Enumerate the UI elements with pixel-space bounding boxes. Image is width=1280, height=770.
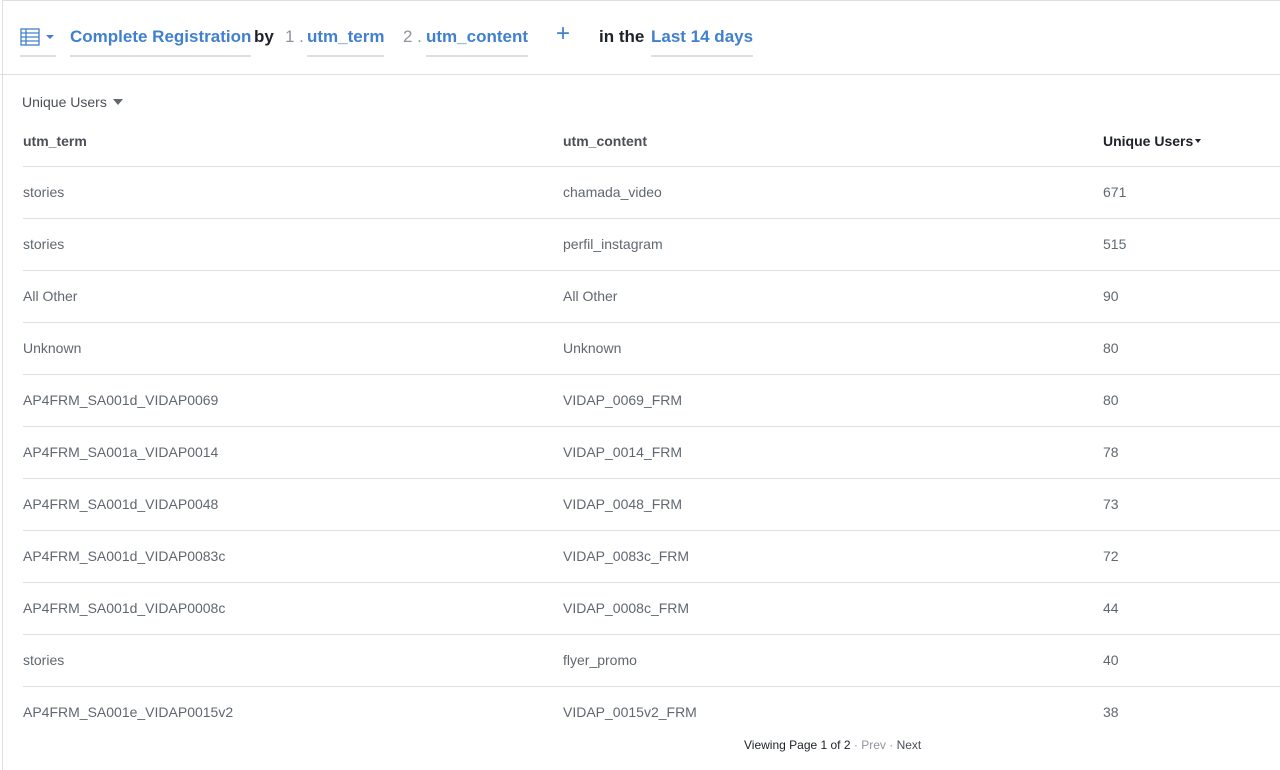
date-range-selector[interactable]: Last 14 days xyxy=(651,27,754,57)
cell-utm-content: VIDAP_0083c_FRM xyxy=(563,548,690,564)
cell-unique-users: 72 xyxy=(1103,548,1119,564)
cell-utm-content: flyer_promo xyxy=(563,652,637,668)
pagination: Viewing Page 1 of 2 · Prev · Next xyxy=(744,738,921,752)
column-header-utm-content[interactable]: utm_content xyxy=(563,133,647,149)
chevron-down-icon xyxy=(46,35,54,39)
cell-utm-content: perfil_instagram xyxy=(563,236,663,252)
cell-utm-term: Unknown xyxy=(23,340,82,356)
cell-unique-users: 80 xyxy=(1103,340,1119,356)
pagination-status: Viewing Page 1 of 2 xyxy=(744,738,851,752)
by-label: by xyxy=(254,27,274,46)
cell-utm-term: AP4FRM_SA001a_VIDAP0014 xyxy=(23,444,219,460)
table-row[interactable]: AP4FRM_SA001d_VIDAP0008c VIDAP_0008c_FRM 4… xyxy=(23,583,1280,635)
event-selector[interactable]: Complete Registration xyxy=(70,27,252,57)
results-table: utm_term utm_content Unique Users storie… xyxy=(23,114,1280,739)
breakdown-1-index: 1 . xyxy=(285,27,304,46)
pagination-separator: · xyxy=(853,738,858,752)
cell-utm-term: AP4FRM_SA001d_VIDAP0069 xyxy=(23,392,219,408)
cell-utm-content: chamada_video xyxy=(563,184,662,200)
breakdown-1-selector[interactable]: utm_term xyxy=(307,27,385,57)
cell-utm-content: VIDAP_0015v2_FRM xyxy=(563,704,697,720)
pagination-separator: · xyxy=(889,738,894,752)
cell-unique-users: 90 xyxy=(1103,288,1119,304)
table-row[interactable]: AP4FRM_SA001d_VIDAP0048 VIDAP_0048_FRM 73 xyxy=(23,479,1280,531)
cell-unique-users: 38 xyxy=(1103,704,1119,720)
cell-unique-users: 515 xyxy=(1103,236,1127,252)
cell-unique-users: 44 xyxy=(1103,600,1119,616)
cell-utm-content: All Other xyxy=(563,288,618,304)
table-row[interactable]: Unknown Unknown 80 xyxy=(23,323,1280,375)
metric-selector[interactable]: Unique Users xyxy=(22,93,123,111)
query-bar: Complete Registration by 1 . utm_term 2 … xyxy=(0,0,1280,75)
cell-unique-users: 78 xyxy=(1103,444,1119,460)
cell-utm-term: AP4FRM_SA001e_VIDAP0015v2 xyxy=(23,704,234,720)
metric-selector-label: Unique Users xyxy=(22,94,107,110)
breakdown-2-selector[interactable]: utm_content xyxy=(426,27,528,57)
cell-unique-users: 80 xyxy=(1103,392,1119,408)
cell-utm-term: AP4FRM_SA001d_VIDAP0008c xyxy=(23,600,226,616)
table-row[interactable]: AP4FRM_SA001d_VIDAP0083c VIDAP_0083c_FRM 7… xyxy=(23,531,1280,583)
table-row[interactable]: stories flyer_promo 40 xyxy=(23,635,1280,687)
column-header-unique-users-label: Unique Users xyxy=(1103,133,1194,149)
table-row[interactable]: AP4FRM_SA001a_VIDAP0014 VIDAP_0014_FRM 78 xyxy=(23,427,1280,479)
sort-desc-icon xyxy=(1195,139,1202,144)
table-row[interactable]: AP4FRM_SA001e_VIDAP0015v2 VIDAP_0015v2_FR… xyxy=(23,687,1280,739)
table-row[interactable]: All Other All Other 90 xyxy=(23,271,1280,323)
cell-utm-term: All Other xyxy=(23,288,78,304)
caret-down-icon xyxy=(112,99,123,106)
table-header: utm_term utm_content Unique Users xyxy=(23,114,1280,167)
column-header-utm-term[interactable]: utm_term xyxy=(23,133,87,149)
cell-utm-term: AP4FRM_SA001d_VIDAP0048 xyxy=(23,496,219,512)
cell-utm-content: VIDAP_0048_FRM xyxy=(563,496,683,512)
cell-unique-users: 671 xyxy=(1103,184,1127,200)
cell-utm-content: Unknown xyxy=(563,340,622,356)
table-row[interactable]: stories chamada_video 671 xyxy=(23,167,1280,219)
cell-utm-term: stories xyxy=(23,652,65,668)
cell-utm-term: stories xyxy=(23,236,65,252)
prev-page-link[interactable]: Prev xyxy=(861,738,886,752)
visualization-toggle[interactable] xyxy=(20,27,56,57)
table-row[interactable]: AP4FRM_SA001d_VIDAP0069 VIDAP_0069_FRM 80 xyxy=(23,375,1280,427)
table-row[interactable]: stories perfil_instagram 515 xyxy=(23,219,1280,271)
cell-utm-term: AP4FRM_SA001d_VIDAP0083c xyxy=(23,548,226,564)
cell-unique-users: 73 xyxy=(1103,496,1119,512)
add-breakdown-button[interactable]: + xyxy=(556,22,570,54)
table-body: stories chamada_video 671 stories perfil_ins… xyxy=(23,167,1280,739)
cell-utm-content: VIDAP_0008c_FRM xyxy=(563,600,690,616)
cell-unique-users: 40 xyxy=(1103,652,1119,668)
cell-utm-content: VIDAP_0069_FRM xyxy=(563,392,683,408)
cell-utm-term: stories xyxy=(23,184,65,200)
breakdown-2-index: 2 . xyxy=(403,27,422,46)
column-header-unique-users[interactable]: Unique Users xyxy=(1103,133,1202,149)
next-page-link[interactable]: Next xyxy=(897,738,922,752)
cell-utm-content: VIDAP_0014_FRM xyxy=(563,444,683,460)
in-the-label: in the xyxy=(599,27,645,46)
table-list-icon xyxy=(20,28,54,46)
